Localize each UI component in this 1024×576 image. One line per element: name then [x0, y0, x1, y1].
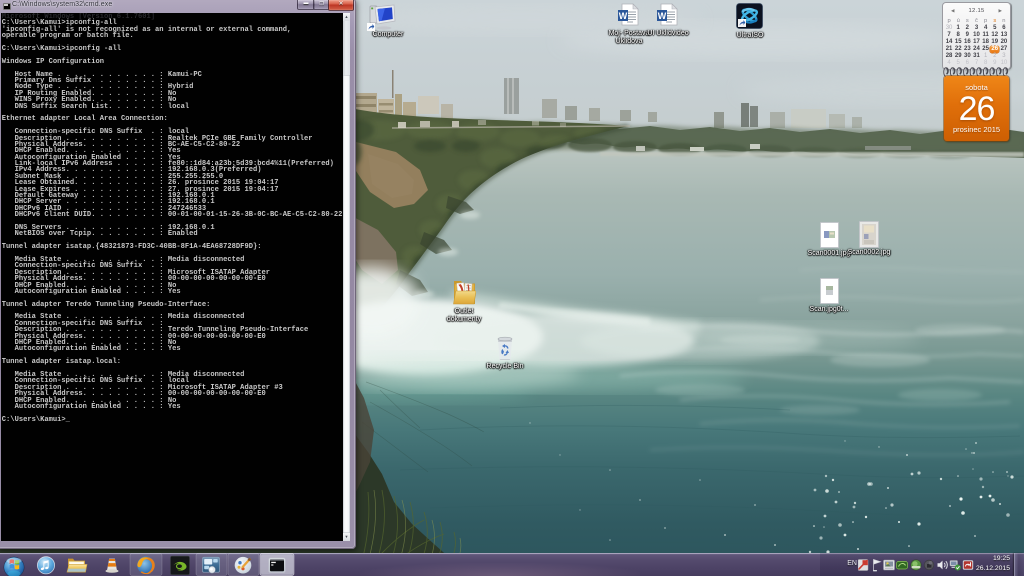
svg-text:W: W: [658, 11, 667, 21]
svg-text:W: W: [619, 11, 628, 21]
